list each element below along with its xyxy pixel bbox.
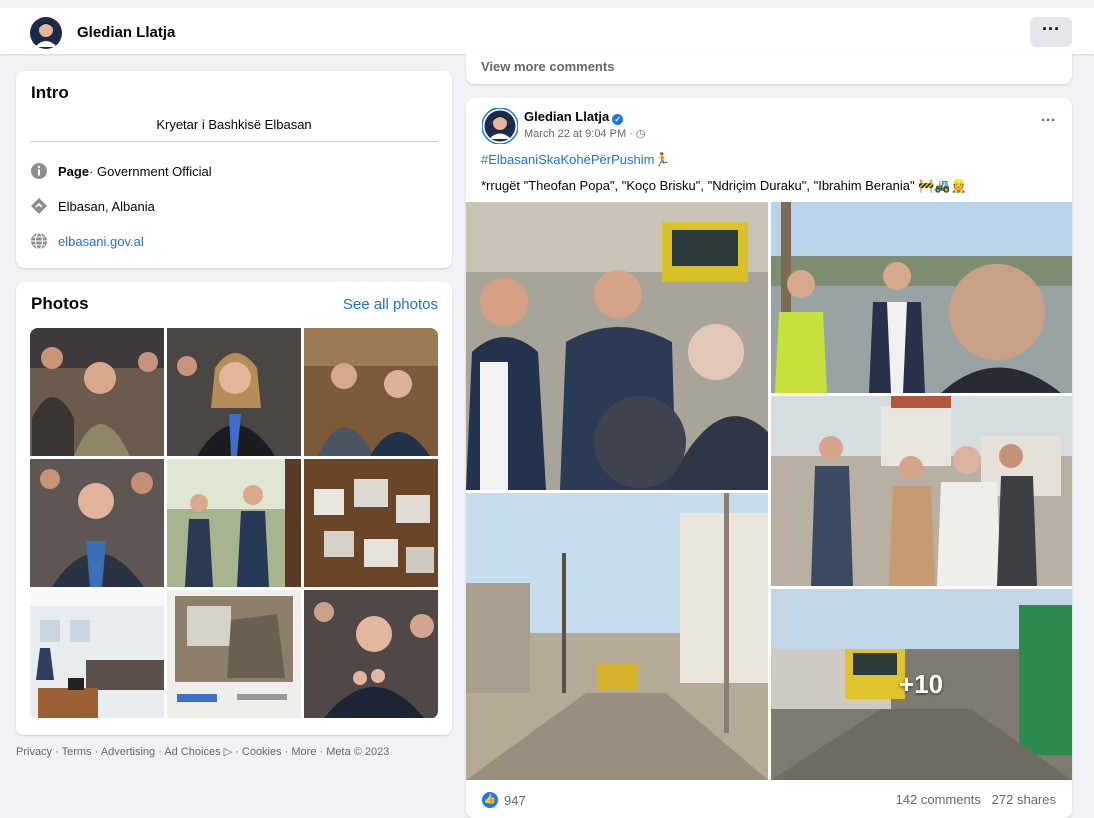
post-timestamp[interactable]: March 22 at 9:04 PM · ◷ <box>524 127 645 140</box>
intro-card: Intro Kryetar i Bashkisë Elbasan Page · … <box>16 71 452 268</box>
photo-thumbnail[interactable] <box>167 328 301 456</box>
intro-bio: Kryetar i Bashkisë Elbasan <box>156 117 312 132</box>
photos-card: Photos See all photos <box>16 282 452 735</box>
location-text: Elbasan, Albania <box>58 198 155 214</box>
photo-thumbnail[interactable] <box>167 590 301 718</box>
page-footer[interactable]: Privacy · Terms · Advertising · Ad Choic… <box>16 745 389 758</box>
intro-location: Elbasan, Albania <box>30 195 155 217</box>
post-author-text[interactable]: Gledian Llatja <box>524 109 609 124</box>
profile-avatar[interactable] <box>30 17 62 49</box>
page-type-value: · Government Official <box>89 163 212 179</box>
post-photo[interactable] <box>466 493 768 780</box>
photo-thumbnail[interactable] <box>30 328 164 456</box>
post-photo[interactable] <box>466 202 768 490</box>
post-photo[interactable]: +10 <box>771 589 1072 780</box>
view-more-comments-link[interactable]: View more comments <box>481 59 614 74</box>
comments-count[interactable]: 142 comments <box>896 792 981 807</box>
photos-grid <box>30 328 438 719</box>
post-card: Gledian Llatja ✓ March 22 at 9:04 PM · ◷ … <box>466 98 1072 818</box>
website-link[interactable]: elbasani.gov.al <box>58 234 144 249</box>
post-text: *rrugët "Theofan Popa", "Koço Brisku", "… <box>481 178 967 193</box>
info-icon <box>31 163 47 179</box>
intro-divider <box>30 141 438 142</box>
verified-badge-icon: ✓ <box>612 114 624 125</box>
photo-thumbnail[interactable] <box>304 590 438 718</box>
photo-thumbnail[interactable] <box>304 459 438 587</box>
page-type-label: Page <box>58 163 90 179</box>
photo-thumbnail[interactable] <box>167 459 301 587</box>
intro-website: elbasani.gov.al <box>30 230 144 252</box>
photo-thumbnail[interactable] <box>30 459 164 587</box>
post-reactions[interactable]: 👍 947 <box>482 792 526 808</box>
post-photo[interactable] <box>771 202 1072 393</box>
intro-title: Intro <box>31 83 69 102</box>
post-hashtag[interactable]: #ElbasaniSkaKohëPërPushim🏃 <box>481 152 671 168</box>
profile-top-bar: Gledian Llatja ··· <box>0 8 1094 54</box>
photos-title: Photos <box>31 294 89 313</box>
photo-thumbnail[interactable] <box>304 328 438 456</box>
post-author-avatar[interactable] <box>482 108 518 144</box>
post-more-button[interactable]: ··· <box>1041 112 1056 129</box>
profile-name[interactable]: Gledian Llatja <box>77 24 175 41</box>
like-icon: 👍 <box>482 792 498 808</box>
post-author-name[interactable]: Gledian Llatja ✓ <box>524 109 624 125</box>
shares-count[interactable]: 272 shares <box>992 792 1056 807</box>
intro-page-type: Page · Government Official <box>30 160 212 182</box>
location-icon <box>31 198 47 214</box>
see-all-photos-link[interactable]: See all photos <box>343 296 438 313</box>
reaction-count[interactable]: 947 <box>504 793 526 808</box>
post-photo[interactable] <box>771 396 1072 586</box>
previous-post-footer: View more comments <box>466 50 1072 84</box>
post-engagement-counts: 142 comments 272 shares <box>896 792 1056 807</box>
photo-thumbnail[interactable] <box>30 590 164 718</box>
globe-icon <box>31 232 47 250</box>
profile-more-button[interactable]: ··· <box>1030 17 1072 47</box>
more-photos-count[interactable]: +10 <box>899 669 943 700</box>
